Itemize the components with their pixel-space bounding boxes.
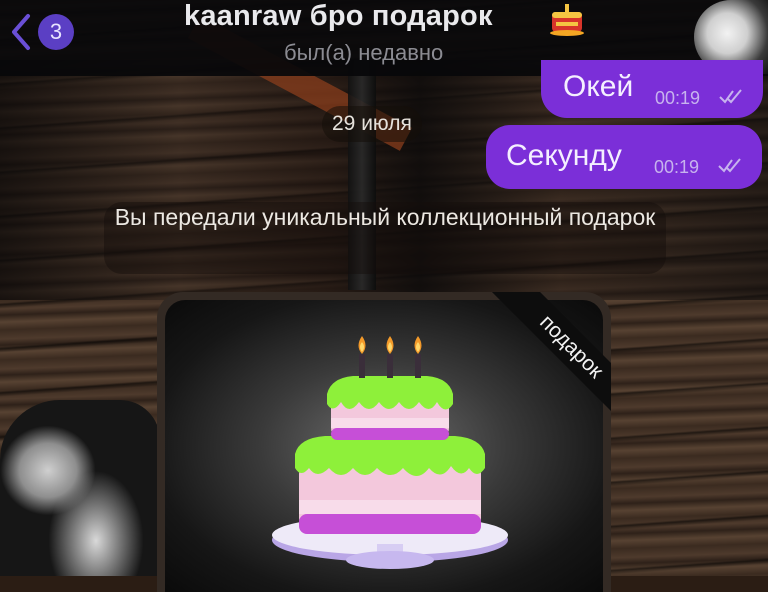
back-button[interactable]: 3 <box>2 8 92 56</box>
message-text: Секунду <box>506 139 622 172</box>
double-check-icon <box>718 158 741 173</box>
wallpaper-hoodie <box>0 400 160 576</box>
birthday-cake-emoji-icon <box>550 4 584 36</box>
double-check-icon <box>719 89 742 104</box>
chat-title[interactable]: kaanraw бро подарок <box>184 0 493 33</box>
chevron-left-icon <box>12 14 30 50</box>
message-time: 00:19 <box>654 157 700 177</box>
gift-ribbon-label: подарок <box>488 292 611 430</box>
message-text: Окей <box>563 70 634 103</box>
gift-card[interactable]: подарок <box>157 292 611 592</box>
message-bubble[interactable]: Секунду 00:19 <box>486 125 762 189</box>
service-message: Вы передали уникальный коллекционный под… <box>114 204 656 230</box>
date-separator: 29 июля <box>322 106 422 142</box>
unread-count-badge: 3 <box>38 14 74 50</box>
gift-ribbon: подарок <box>461 292 611 442</box>
message-time: 00:19 <box>655 88 701 108</box>
chat-status: был(а) недавно <box>284 40 444 65</box>
message-bubble[interactable]: Окей 00:19 <box>541 60 763 118</box>
